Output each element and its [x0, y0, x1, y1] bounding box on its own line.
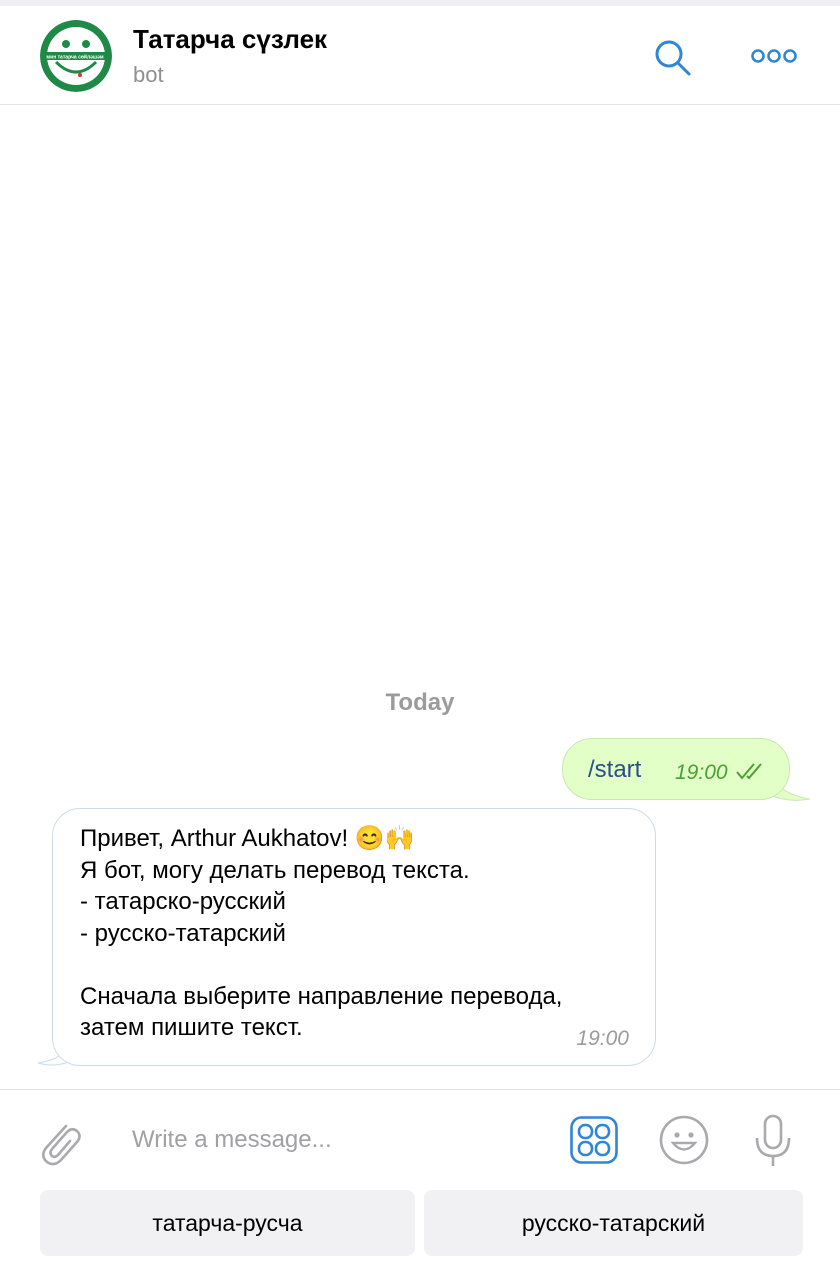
- incoming-message[interactable]: Привет, Arthur Aukhatov! 😊🙌 Я бот, могу …: [52, 808, 656, 1066]
- chat-subtitle: bot: [133, 62, 164, 87]
- message-text: /start: [588, 756, 642, 783]
- message-time: 19:00: [675, 761, 728, 784]
- message-text: Привет, Arthur Aukhatov! 😊🙌 Я бот, могу …: [80, 823, 562, 1044]
- avatar-text: мин татарча сөйләшәм: [46, 54, 103, 61]
- keyboard-button-tatar-russian[interactable]: татарча-русча: [40, 1190, 415, 1256]
- search-icon[interactable]: [650, 36, 694, 80]
- message-line: - татарско-русский: [80, 888, 286, 915]
- emoji-icon[interactable]: [658, 1114, 710, 1166]
- attach-icon[interactable]: [36, 1116, 84, 1168]
- message-line: Сначала выберите направление перевода,: [80, 982, 563, 1010]
- bot-keyboard: татарча-русча русско-татарский: [0, 1186, 840, 1276]
- keyboard-icon[interactable]: [570, 1116, 618, 1164]
- message-line: затем пишите текст.: [80, 1014, 303, 1041]
- message-line: - русско-татарский: [80, 919, 286, 947]
- chat-header: мин татарча сөйләшәм Татарча сүзлек bot: [0, 6, 840, 105]
- message-input[interactable]: [132, 1120, 532, 1160]
- outgoing-message[interactable]: /start 19:00: [562, 738, 790, 800]
- date-separator: Today: [385, 689, 455, 716]
- chat-title[interactable]: Татарча сүзлек: [133, 24, 327, 55]
- smile-emoji: 😊: [354, 825, 385, 852]
- message-composer: [0, 1089, 840, 1186]
- mic-icon[interactable]: [752, 1114, 794, 1168]
- keyboard-button-russian-tatar[interactable]: русско-татарский: [424, 1190, 803, 1256]
- message-time: 19:00: [576, 1027, 629, 1050]
- message-list[interactable]: Today /start 19:00 Привет, Arthur Aukhat…: [0, 105, 840, 1089]
- bot-avatar[interactable]: мин татарча сөйләшәм: [40, 20, 112, 92]
- more-icon[interactable]: [750, 46, 798, 66]
- message-line: Я бот, могу делать перевод текста.: [80, 856, 470, 884]
- double-check-icon: [736, 763, 762, 780]
- raised-hands-emoji: 🙌: [384, 825, 415, 852]
- message-line: Привет, Arthur Aukhatov!: [80, 825, 349, 852]
